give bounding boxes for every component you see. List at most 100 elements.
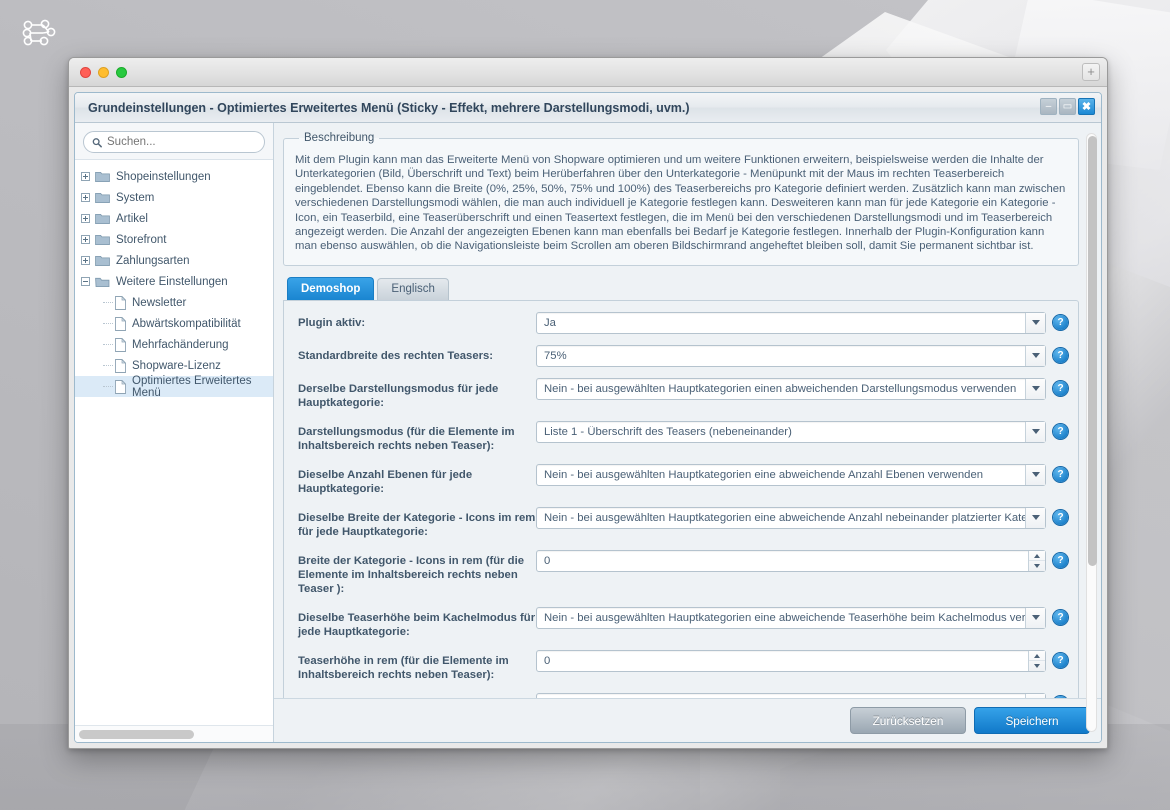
expand-toggle-icon[interactable] [81, 193, 90, 202]
chevron-down-icon[interactable] [1025, 607, 1045, 628]
number-input[interactable]: 0 [536, 649, 1046, 672]
sidebar-item-artikel[interactable]: Artikel [75, 208, 273, 229]
tree-connector [103, 302, 113, 303]
help-icon[interactable]: ? [1053, 423, 1068, 439]
close-button[interactable]: ✖ [1078, 98, 1095, 115]
search-input[interactable] [107, 136, 256, 148]
content-area: Beschreibung Mit dem Plugin kann man das… [274, 123, 1101, 742]
maximize-button[interactable]: ▭ [1059, 98, 1076, 115]
document-icon [115, 316, 126, 331]
sidebar-item-optimiertes-erweitertes-menü[interactable]: Optimiertes Erweitertes Menü [75, 375, 273, 399]
document-icon [115, 337, 126, 352]
select-input[interactable]: Nein - bei ausgewählten Hauptkategorien … [536, 463, 1046, 486]
settings-form: Plugin aktiv: Ja? Standardbreite des recht… [283, 299, 1079, 699]
sidebar-item-shopware-lizenz[interactable]: Shopware-Lizenz [75, 355, 273, 376]
field-value: Nein - bei ausgewählten Hauptkategorien … [544, 611, 1025, 624]
select-input[interactable]: Ja - nur bei ausgewählten Hauptkategorie… [536, 692, 1046, 698]
field-control: Nein - bei ausgewählten Hauptkategorien … [536, 377, 1068, 400]
help-icon[interactable]: ? [1053, 552, 1068, 568]
sidebar-hscroll-thumb[interactable] [79, 730, 194, 739]
help-icon[interactable]: ? [1053, 347, 1068, 363]
chevron-down-icon[interactable] [1025, 345, 1045, 366]
spinner-down-icon[interactable] [1029, 561, 1045, 571]
search-box[interactable] [83, 131, 265, 153]
new-tab-button[interactable]: + [1082, 63, 1100, 81]
expand-toggle-icon[interactable] [81, 256, 90, 265]
settings-scroll-area: Beschreibung Mit dem Plugin kann man das… [274, 123, 1101, 698]
chevron-down-icon[interactable] [1025, 464, 1045, 485]
help-icon[interactable]: ? [1053, 466, 1068, 482]
field-control: 0? [536, 649, 1068, 672]
sidebar-item-shopeinstellungen[interactable]: Shopeinstellungen [75, 166, 273, 187]
folder-open-icon [95, 277, 110, 287]
sidebar-horizontal-scrollbar[interactable] [75, 725, 273, 742]
help-icon[interactable]: ? [1053, 314, 1068, 330]
form-row: Dieselbe Teaserhöhe beim Kachelmodus für… [292, 606, 1068, 639]
spinner-up-icon[interactable] [1029, 551, 1045, 562]
number-input[interactable]: 0 [536, 549, 1046, 572]
minimize-button[interactable]: – [1040, 98, 1057, 115]
field-label: Dieselbe Anzahl Ebenen für jede Hauptkat… [298, 468, 473, 495]
select-input[interactable]: Ja [536, 311, 1046, 334]
select-input[interactable]: 75% [536, 344, 1046, 367]
sidebar-item-mehrfachänderung[interactable]: Mehrfachänderung [75, 334, 273, 355]
field-label: "Zur Kategorie" - Schaltfläche anzeigen: [292, 693, 536, 699]
chevron-down-icon[interactable] [1025, 378, 1045, 399]
field-control: Nein - bei ausgewählten Hauptkategorien … [536, 463, 1068, 486]
sidebar-item-weitere-einstellungen[interactable]: Weitere Einstellungen [75, 271, 273, 292]
select-input[interactable]: Nein - bei ausgewählten Hauptkategorien … [536, 606, 1046, 629]
form-row: Plugin aktiv: Ja? [292, 311, 1068, 334]
select-input[interactable]: Liste 1 - Überschrift des Teasers (neben… [536, 420, 1046, 443]
sidebar-item-storefront[interactable]: Storefront [75, 229, 273, 250]
spinner-up-icon[interactable] [1029, 651, 1045, 662]
sidebar-item-label: Shopware-Lizenz [132, 359, 221, 372]
sidebar-item-zahlungsarten[interactable]: Zahlungsarten [75, 250, 273, 271]
field-control: Liste 1 - Überschrift des Teasers (neben… [536, 420, 1068, 443]
form-footer: Zurücksetzen Speichern [274, 698, 1101, 742]
expand-toggle-icon[interactable] [81, 214, 90, 223]
tree-connector [103, 365, 113, 366]
window-zoom-traffic-light[interactable] [116, 67, 127, 78]
reset-button[interactable]: Zurücksetzen [850, 707, 966, 734]
sidebar-search-wrap [75, 123, 273, 160]
select-input[interactable]: Nein - bei ausgewählten Hauptkategorien … [536, 506, 1046, 529]
window-minimize-traffic-light[interactable] [98, 67, 109, 78]
chevron-down-icon[interactable] [1025, 312, 1045, 333]
content-vscroll-thumb[interactable] [1088, 136, 1097, 566]
content-vertical-scrollbar[interactable] [1086, 133, 1097, 732]
form-row: Teaserhöhe in rem (für die Elemente im I… [292, 649, 1068, 682]
expand-toggle-icon[interactable] [81, 235, 90, 244]
help-icon[interactable]: ? [1053, 652, 1068, 668]
page-title: Grundeinstellungen - Optimiertes Erweite… [88, 100, 690, 115]
help-icon[interactable]: ? [1053, 509, 1068, 525]
help-icon[interactable]: ? [1053, 609, 1068, 625]
save-button[interactable]: Speichern [974, 707, 1090, 734]
spinner-down-icon[interactable] [1029, 661, 1045, 671]
window-close-traffic-light[interactable] [80, 67, 91, 78]
shop-tabs: Demoshop Englisch [283, 276, 1079, 300]
sidebar-item-newsletter[interactable]: Newsletter [75, 292, 273, 313]
sidebar-item-label: Zahlungsarten [116, 254, 190, 267]
sidebar-item-label: Storefront [116, 233, 167, 246]
chevron-down-icon[interactable] [1025, 421, 1045, 442]
field-control: Nein - bei ausgewählten Hauptkategorien … [536, 506, 1068, 529]
sidebar-item-system[interactable]: System [75, 187, 273, 208]
field-value: Liste 1 - Überschrift des Teasers (neben… [544, 425, 792, 438]
collapse-toggle-icon[interactable] [81, 277, 90, 286]
help-icon[interactable]: ? [1053, 380, 1068, 396]
sidebar-item-abwärtskompatibilität[interactable]: Abwärtskompatibilität [75, 313, 273, 334]
number-spinner[interactable] [1028, 650, 1045, 671]
number-spinner[interactable] [1028, 550, 1045, 571]
help-icon[interactable]: ? [1053, 695, 1068, 698]
window-controls: – ▭ ✖ [1040, 98, 1095, 115]
select-input[interactable]: Nein - bei ausgewählten Hauptkategorien … [536, 377, 1046, 400]
expand-toggle-icon[interactable] [81, 172, 90, 181]
chevron-down-icon[interactable] [1025, 507, 1045, 528]
tab-demoshop[interactable]: Demoshop [287, 276, 375, 300]
field-control: Ja - nur bei ausgewählten Hauptkategorie… [536, 692, 1068, 698]
folder-icon [95, 213, 110, 224]
tab-englisch[interactable]: Englisch [377, 277, 449, 300]
sidebar-item-label: Abwärtskompatibilität [132, 317, 241, 330]
chevron-down-icon[interactable] [1025, 693, 1045, 698]
field-label: Teaserhöhe in rem (für die Elemente im I… [298, 654, 509, 681]
